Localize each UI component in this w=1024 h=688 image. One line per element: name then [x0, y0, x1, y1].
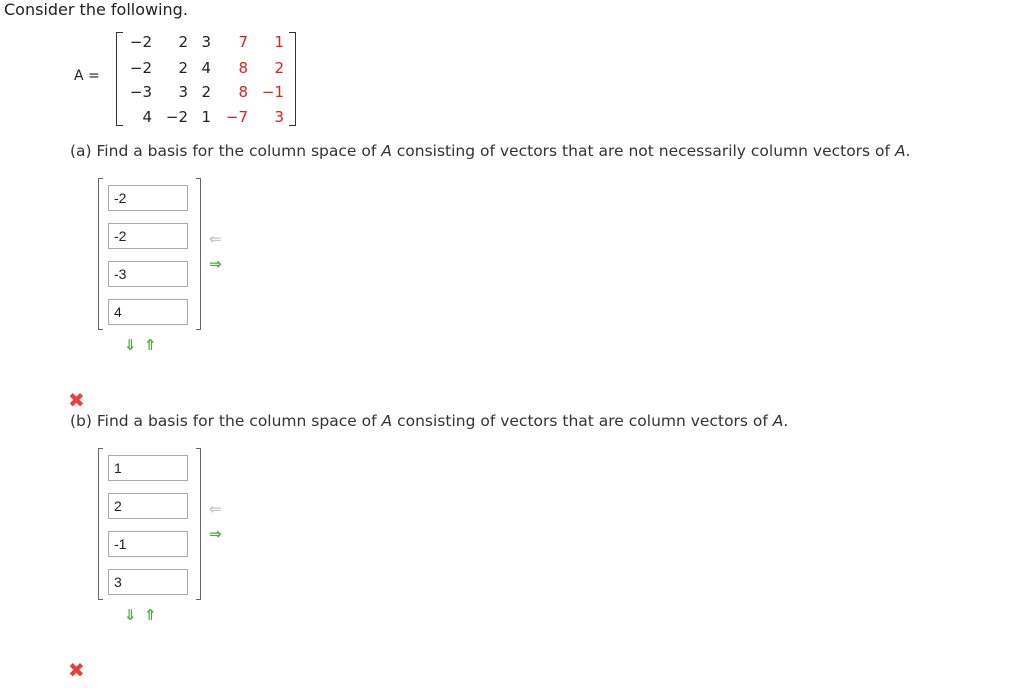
part-a-input-3[interactable] [108, 261, 188, 287]
cross-icon: ✖ [68, 658, 85, 682]
arrow-right-icon[interactable]: ⇒ [209, 527, 222, 542]
vector-right-bracket [196, 178, 201, 330]
matrix-cell: 3 [178, 83, 188, 101]
arrow-down-icon[interactable]: ⇓ [124, 608, 137, 623]
question-text: . [905, 142, 911, 160]
arrow-up-icon[interactable]: ⇑ [144, 338, 157, 353]
matrix-cell: 7 [238, 33, 248, 51]
matrix-cell: 2 [178, 33, 188, 51]
matrix-cell: −1 [261, 83, 284, 101]
question-text: (a) Find a basis for the column space of [70, 142, 382, 160]
part-a-input-4[interactable] [108, 299, 188, 325]
matrix-left-bracket [116, 32, 123, 126]
matrix-label: A = [74, 68, 100, 84]
part-a-input-2[interactable] [108, 223, 188, 249]
matrix-cell: −2 [129, 33, 152, 51]
matrix-variable: A [894, 142, 906, 160]
part-b-input-4[interactable] [108, 569, 188, 595]
matrix-cell: −3 [129, 83, 152, 101]
matrix-cell: 2 [274, 59, 284, 77]
matrix-cell: −2 [129, 59, 152, 77]
matrix-cell: 8 [238, 83, 248, 101]
matrix-cell: 3 [274, 108, 284, 126]
cross-icon: ✖ [68, 388, 85, 412]
matrix-cell: 1 [201, 108, 211, 126]
matrix-cell: 4 [201, 59, 211, 77]
part-a-question: (a) Find a basis for the column space of… [70, 142, 910, 160]
matrix-cell: 4 [142, 108, 152, 126]
arrow-down-icon[interactable]: ⇓ [124, 338, 137, 353]
matrix-variable: A [381, 412, 393, 430]
part-b-input-3[interactable] [108, 531, 188, 557]
vector-right-bracket [196, 448, 201, 600]
intro-text: Consider the following. [4, 0, 188, 19]
matrix-cell: 2 [201, 83, 211, 101]
part-b-input-1[interactable] [108, 455, 188, 481]
arrow-right-icon[interactable]: ⇒ [209, 257, 222, 272]
matrix-cell: 2 [178, 59, 188, 77]
part-b-input-2[interactable] [108, 493, 188, 519]
question-text: (b) Find a basis for the column space of [70, 412, 382, 430]
question-text: consisting of vectors that are column ve… [392, 412, 773, 430]
matrix-right-bracket [289, 32, 296, 126]
matrix-cell: 3 [201, 33, 211, 51]
part-a-input-1[interactable] [108, 185, 188, 211]
vector-left-bracket [98, 178, 103, 330]
matrix-cell: 1 [274, 33, 284, 51]
question-text: . [783, 412, 789, 430]
question-text: consisting of vectors that are not neces… [391, 142, 895, 160]
matrix-cell: 8 [238, 59, 248, 77]
arrow-left-icon[interactable]: ⇐ [209, 232, 222, 247]
matrix-variable: A [381, 142, 392, 160]
matrix-cell: −2 [165, 108, 188, 126]
matrix-cell: −7 [225, 108, 248, 126]
arrow-up-icon[interactable]: ⇑ [144, 608, 157, 623]
matrix-variable: A [772, 412, 784, 430]
vector-left-bracket [98, 448, 103, 600]
arrow-left-icon[interactable]: ⇐ [209, 502, 222, 517]
part-b-question: (b) Find a basis for the column space of… [70, 412, 788, 430]
